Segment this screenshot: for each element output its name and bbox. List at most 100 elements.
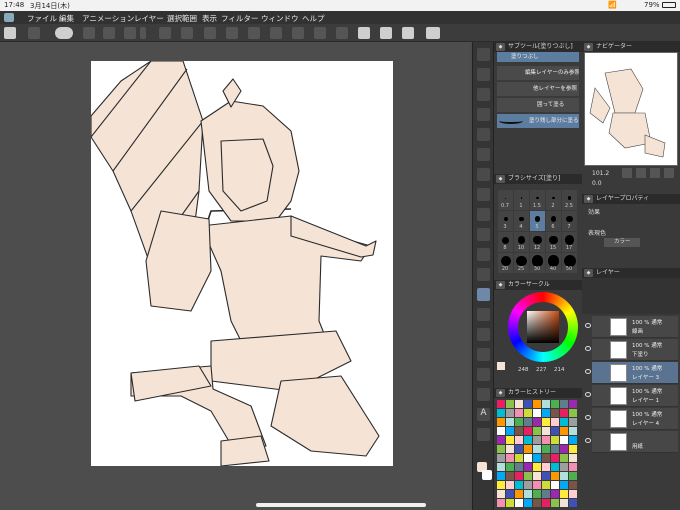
brushsize-cell[interactable]: 6 [546, 211, 561, 231]
color-swatch[interactable] [524, 409, 532, 417]
color-swatch[interactable] [560, 418, 568, 426]
color-swatch[interactable] [524, 418, 532, 426]
color-swatch[interactable] [569, 436, 577, 444]
color-swatch[interactable] [542, 481, 550, 489]
color-swatch[interactable] [506, 454, 514, 462]
color-swatch[interactable] [497, 427, 505, 435]
color-swatch[interactable] [497, 409, 505, 417]
color-swatch[interactable] [551, 454, 559, 462]
color-swatch[interactable] [515, 418, 523, 426]
layer-row[interactable]: 100 % 通常 レイヤー 1 [585, 385, 678, 407]
color-swatch[interactable] [560, 490, 568, 498]
ruler-snap-icon[interactable] [358, 27, 370, 39]
clear-icon[interactable] [204, 27, 216, 39]
menu-window[interactable]: ウィンドウ [261, 13, 299, 24]
color-swatch[interactable] [542, 418, 550, 426]
color-swatch[interactable] [524, 454, 532, 462]
color-swatch[interactable] [497, 499, 505, 507]
text-icon[interactable]: A [477, 408, 490, 421]
color-swatch[interactable] [533, 454, 541, 462]
zoom-icon[interactable] [477, 48, 490, 61]
color-swatch[interactable] [524, 472, 532, 480]
color-swatch[interactable] [569, 418, 577, 426]
brushsize-cell[interactable]: 1 [514, 190, 529, 210]
color-swatch[interactable] [560, 445, 568, 453]
pencil-icon[interactable] [477, 168, 490, 181]
color-swatch[interactable] [560, 427, 568, 435]
ruler-icon[interactable] [477, 348, 490, 361]
updown-icon[interactable] [140, 27, 146, 39]
menu-file[interactable]: ファイル [27, 13, 57, 24]
brushsize-cell[interactable]: 10 [514, 232, 529, 252]
crop-icon[interactable] [292, 27, 304, 39]
color-swatch[interactable] [524, 436, 532, 444]
color-swatch[interactable] [533, 445, 541, 453]
color-swatch[interactable] [569, 409, 577, 417]
fill-selection-icon[interactable] [270, 27, 282, 39]
color-swatch[interactable] [506, 481, 514, 489]
erase-selection-icon[interactable] [248, 27, 260, 39]
color-swatch[interactable] [515, 427, 523, 435]
brushsize-cell[interactable]: 2.5 [562, 190, 577, 210]
eye-icon[interactable] [585, 369, 591, 374]
color-swatch[interactable] [533, 472, 541, 480]
redo-icon[interactable] [181, 27, 193, 39]
color-swatch[interactable] [506, 463, 514, 471]
menu-view[interactable]: 表示 [202, 13, 217, 24]
color-swatch[interactable] [569, 472, 577, 480]
grid-snap-icon[interactable] [402, 27, 414, 39]
color-swatch[interactable] [497, 463, 505, 471]
color-swatch[interactable] [533, 436, 541, 444]
brushsize-cell[interactable]: 12 [530, 232, 545, 252]
navigator-angle[interactable]: 0.0 [592, 180, 602, 187]
color-swatch[interactable] [533, 427, 541, 435]
color-swatch[interactable] [569, 463, 577, 471]
transform-icon[interactable] [226, 27, 238, 39]
color-swatch[interactable] [542, 454, 550, 462]
brushsize-cell[interactable]: 0.7 [498, 190, 513, 210]
color-swatch[interactable] [551, 499, 559, 507]
color-swatch[interactable] [515, 454, 523, 462]
color-swatch[interactable] [506, 427, 514, 435]
color-swatch[interactable] [551, 427, 559, 435]
color-swatch[interactable] [515, 409, 523, 417]
color-swatch[interactable] [542, 490, 550, 498]
eye-toggle-icon[interactable] [55, 27, 73, 39]
menu-layer[interactable]: レイヤー [134, 13, 164, 24]
color-swatch[interactable] [569, 400, 577, 408]
color-swatch[interactable] [569, 445, 577, 453]
color-swatch[interactable] [524, 400, 532, 408]
invert-icon[interactable] [336, 27, 348, 39]
color-swatch[interactable] [542, 427, 550, 435]
color-swatch[interactable] [560, 499, 568, 507]
balloon-icon[interactable] [477, 388, 490, 401]
brushsize-cell[interactable]: 4 [514, 211, 529, 231]
color-swatch[interactable] [497, 400, 505, 408]
menu-selection[interactable]: 選択範囲 [167, 13, 197, 24]
deselect-icon[interactable] [314, 27, 326, 39]
color-swatch[interactable] [497, 436, 505, 444]
grid-menu-icon[interactable] [4, 27, 16, 39]
color-swatch[interactable] [542, 499, 550, 507]
color-swatch[interactable] [551, 481, 559, 489]
navigator-preview[interactable] [584, 52, 678, 166]
navigator-zoom[interactable]: 101.2 [592, 170, 609, 177]
undo-icon[interactable] [159, 27, 171, 39]
color-swatch[interactable] [533, 463, 541, 471]
color-swatch[interactable] [497, 418, 505, 426]
eye-icon[interactable] [585, 415, 591, 420]
color-swatch[interactable] [515, 481, 523, 489]
select-icon[interactable] [477, 88, 490, 101]
color-swatch[interactable] [506, 400, 514, 408]
color-swatch[interactable] [515, 499, 523, 507]
layer-row[interactable]: 100 % 通常 線画 [585, 316, 678, 338]
menu-filter[interactable]: フィルター [221, 13, 258, 24]
zoom-in-icon[interactable] [636, 168, 646, 178]
color-swatch[interactable] [515, 445, 523, 453]
home-indicator[interactable] [256, 503, 426, 507]
brushsize-cell[interactable]: 1.5 [530, 190, 545, 210]
color-swatch[interactable] [551, 445, 559, 453]
color-swatch[interactable] [515, 490, 523, 498]
color-swatch[interactable] [551, 463, 559, 471]
color-swatch[interactable] [506, 418, 514, 426]
